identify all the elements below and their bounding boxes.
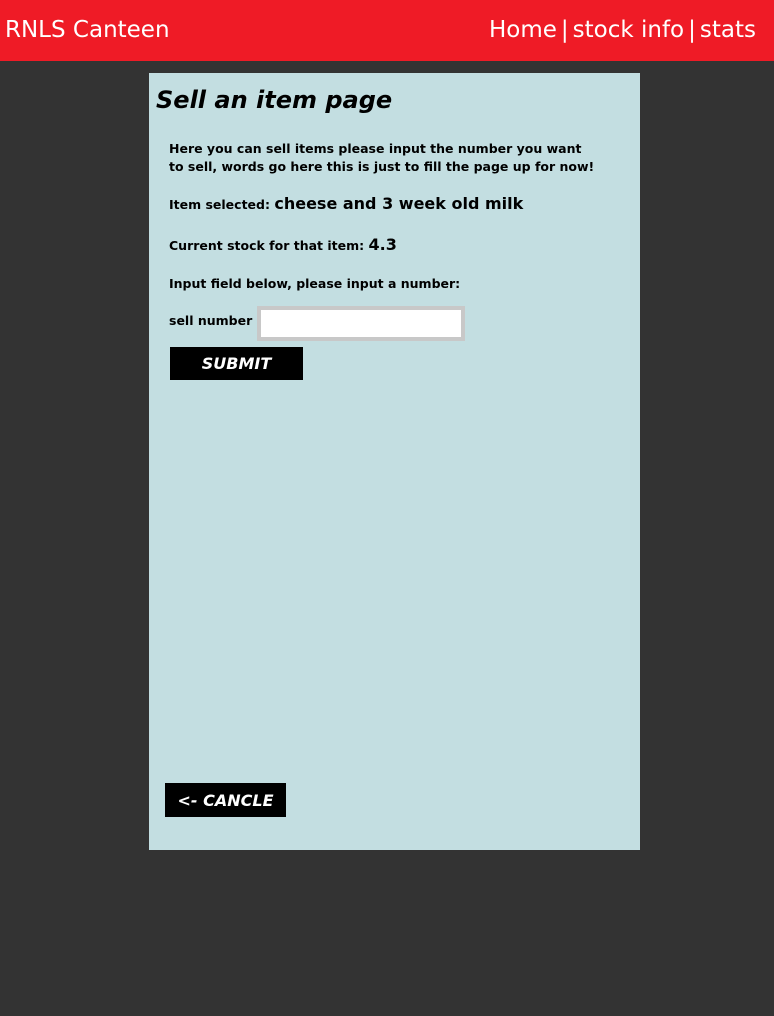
page-title: Sell an item page [156,86,393,114]
nav-stock-info-link[interactable]: stock info [573,17,685,43]
nav-stats-link[interactable]: stats [700,17,756,43]
nav-home-link[interactable]: Home [489,17,557,43]
sell-number-label: sell number [169,313,253,328]
nav-separator: | [560,17,569,43]
item-selected-label: Item selected: [169,197,270,212]
sell-item-panel: Sell an item page Here you can sell item… [149,73,640,850]
sell-number-input[interactable] [257,306,465,341]
current-stock-label: Current stock for that item: [169,238,365,253]
current-stock-row: Current stock for that item: 4.3 [169,235,397,254]
input-prompt: Input field below, please input a number… [169,276,461,291]
item-selected-row: Item selected: cheese and 3 week old mil… [169,194,523,213]
intro-text: Here you can sell items please input the… [169,141,595,174]
site-brand: RNLS Canteen [5,17,170,43]
submit-button[interactable]: SUBMIT [170,347,303,380]
current-stock-value: 4.3 [368,235,397,254]
cancel-button[interactable]: <- CANCLE [165,783,286,817]
nav-separator: | [688,17,696,43]
main-nav: Home | stock info | stats [489,15,756,45]
item-selected-value: cheese and 3 week old milk [274,194,524,213]
top-header-bar: RNLS Canteen Home | stock info | stats [0,0,774,61]
